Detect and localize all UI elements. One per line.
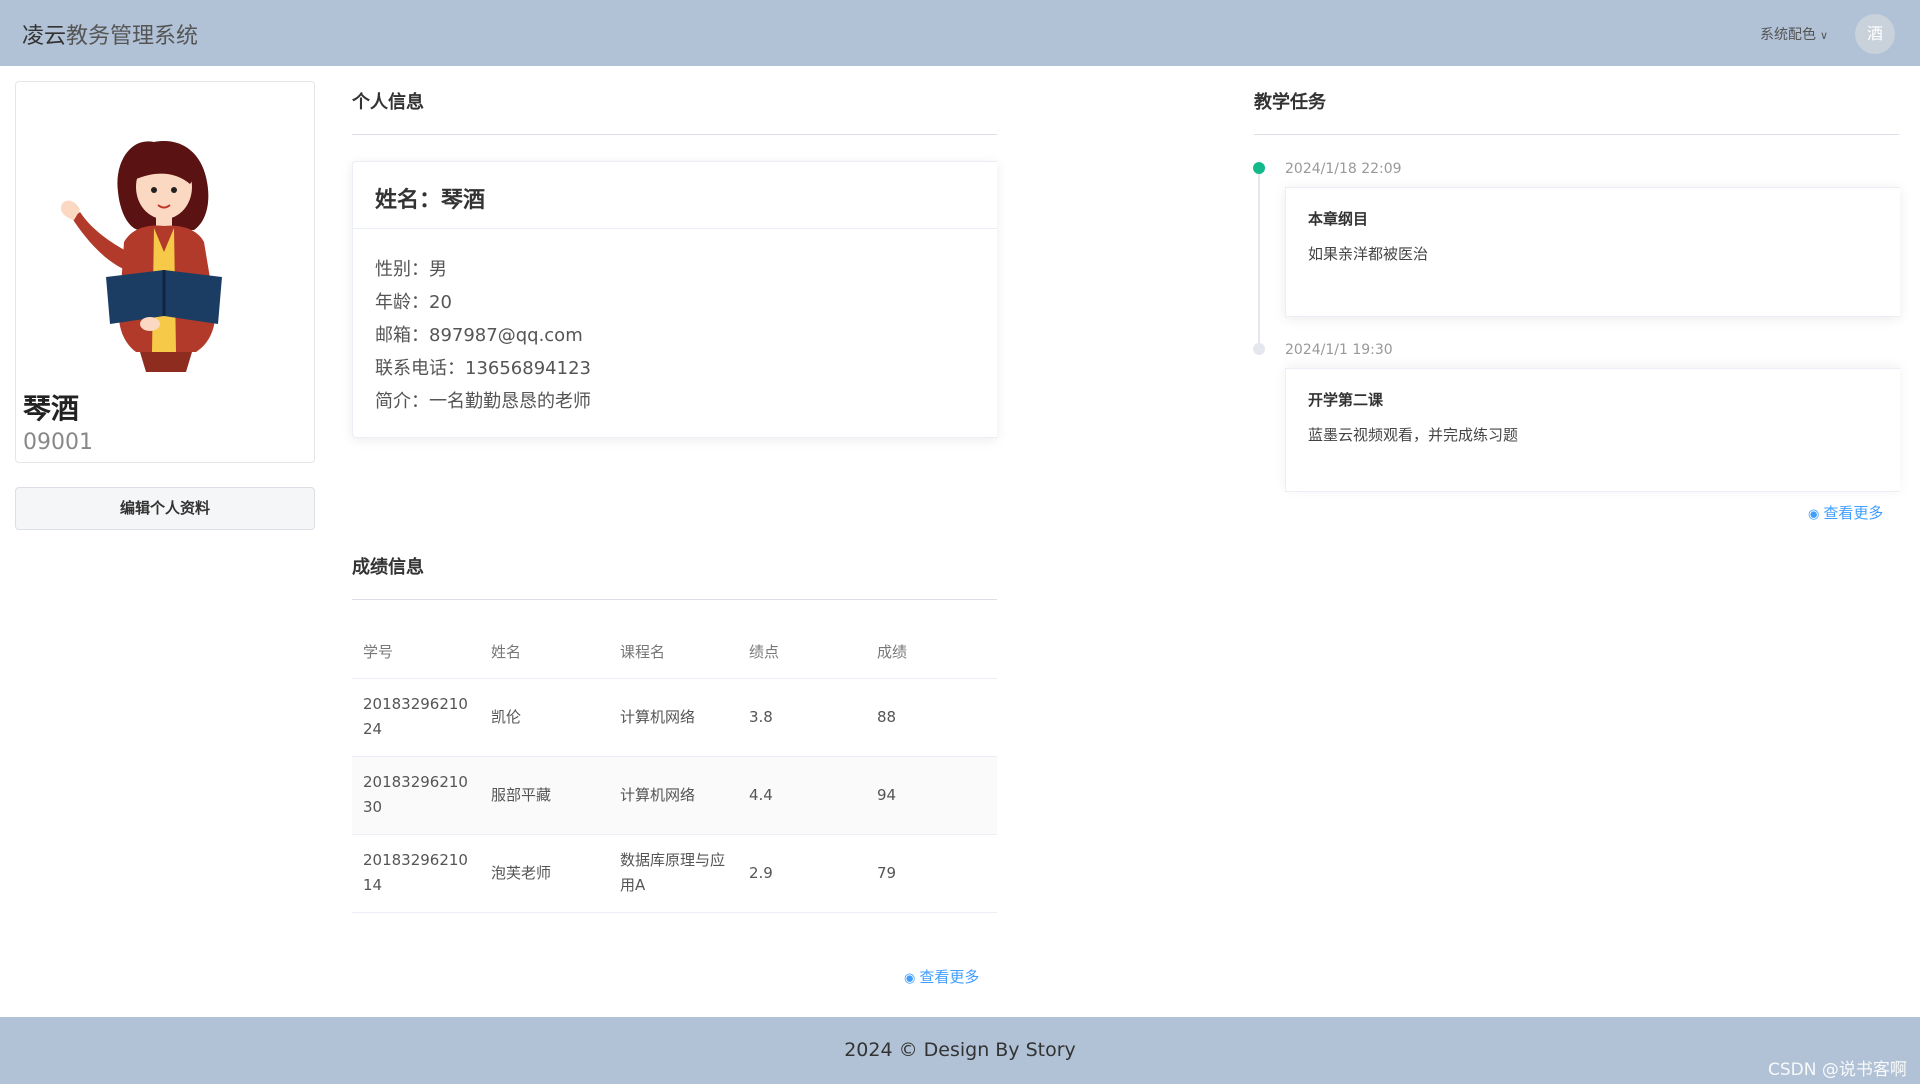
teacher-illustration <box>60 141 222 372</box>
app-brand[interactable]: 凌云教务管理系统 <box>22 18 198 50</box>
cell-score: 88 <box>866 678 997 757</box>
table-row[interactable]: 2018329621014 泡芙老师 数据库原理与应用A 2.9 79 <box>352 834 997 913</box>
grades-more-label: 查看更多 <box>919 968 980 986</box>
task-title: 开学第二课 <box>1308 391 1384 409</box>
tasks-divider <box>1254 134 1899 135</box>
info-intro: 简介：一名勤勤恳恳的老师 <box>375 391 591 412</box>
timeline-dot <box>1253 343 1265 355</box>
info-gender: 性别：男 <box>375 259 447 280</box>
task-time: 2024/1/1 19:30 <box>1285 342 1393 358</box>
cell-name: 凯伦 <box>480 678 609 757</box>
edit-profile-button[interactable]: 编辑个人资料 <box>15 487 315 530</box>
table-header-row: 学号 姓名 课程名 绩点 成绩 <box>352 626 997 679</box>
watermark: CSDN @说书客啊 <box>1768 1060 1907 1080</box>
cell-gpa: 3.8 <box>738 678 866 757</box>
col-course[interactable]: 课程名 <box>609 626 738 679</box>
col-name[interactable]: 姓名 <box>480 626 609 679</box>
timeline-dot-active <box>1253 162 1265 174</box>
chevron-down-icon: ∨ <box>1820 29 1829 42</box>
cell-gpa: 2.9 <box>738 834 866 913</box>
cell-name: 泡芙老师 <box>480 834 609 913</box>
col-score[interactable]: 成绩 <box>866 626 997 679</box>
eye-icon: ◉ <box>1808 507 1820 522</box>
grades-more-link[interactable]: ◉ 查看更多 <box>904 966 979 987</box>
profile-card: 琴酒 09001 <box>15 81 315 463</box>
brand-sub: 教务管理系统 <box>66 24 199 49</box>
profile-id: 09001 <box>23 430 93 455</box>
cell-student-id: 2018329621024 <box>352 678 480 757</box>
info-card-title: 姓名：琴酒 <box>353 162 997 229</box>
personal-info-divider <box>352 134 997 135</box>
table-row[interactable]: 2018329621030 服部平藏 计算机网络 4.4 94 <box>352 756 997 835</box>
task-card[interactable]: 本章纲目 如果亲洋都被医治 <box>1285 187 1900 317</box>
col-student-id[interactable]: 学号 <box>352 626 480 679</box>
info-phone: 联系电话：13656894123 <box>375 358 591 379</box>
personal-info-card: 姓名：琴酒 性别：男 年龄：20 邮箱：897987@qq.com 联系电话：1… <box>352 161 997 438</box>
grades-title: 成绩信息 <box>352 557 424 578</box>
task-desc: 蓝墨云视频观看，并完成练习题 <box>1308 426 1519 444</box>
cell-name: 服部平藏 <box>480 756 609 835</box>
grades-table: 学号 姓名 课程名 绩点 成绩 2018329621024 凯伦 计算机网络 3… <box>352 626 997 913</box>
grades-divider <box>352 599 997 600</box>
task-desc: 如果亲洋都被医治 <box>1308 245 1429 263</box>
cell-student-id: 2018329621014 <box>352 834 480 913</box>
cell-score: 79 <box>866 834 997 913</box>
eye-icon: ◉ <box>904 971 916 986</box>
tasks-more-link[interactable]: ◉ 查看更多 <box>1808 502 1883 523</box>
info-body: 性别：男 年龄：20 邮箱：897987@qq.com 联系电话：1365689… <box>353 229 997 442</box>
page-footer: 2024 © Design By Story <box>0 1017 1920 1084</box>
info-email: 邮箱：897987@qq.com <box>375 325 583 346</box>
cell-course: 计算机网络 <box>609 678 738 757</box>
theme-color-dropdown[interactable]: 系统配色 ∨ <box>1760 24 1828 44</box>
top-header: 凌云教务管理系统 系统配色 ∨ 酒 <box>0 0 1920 66</box>
table-row[interactable]: 2018329621024 凯伦 计算机网络 3.8 88 <box>352 678 997 757</box>
tasks-title: 教学任务 <box>1254 92 1326 113</box>
theme-label: 系统配色 <box>1760 27 1816 43</box>
tasks-more-label: 查看更多 <box>1823 504 1884 522</box>
timeline-line <box>1258 170 1260 350</box>
cell-gpa: 4.4 <box>738 756 866 835</box>
task-time: 2024/1/18 22:09 <box>1285 161 1402 177</box>
task-card[interactable]: 开学第二课 蓝墨云视频观看，并完成练习题 <box>1285 368 1900 492</box>
cell-student-id: 2018329621030 <box>352 756 480 835</box>
personal-info-title: 个人信息 <box>352 92 424 113</box>
task-title: 本章纲目 <box>1308 210 1369 228</box>
brand-main: 凌云 <box>22 24 67 49</box>
col-gpa[interactable]: 绩点 <box>738 626 866 679</box>
cell-score: 94 <box>866 756 997 835</box>
cell-course: 数据库原理与应用A <box>609 834 738 913</box>
info-age: 年龄：20 <box>375 292 452 313</box>
cell-course: 计算机网络 <box>609 756 738 835</box>
profile-name: 琴酒 <box>23 392 80 425</box>
user-avatar[interactable]: 酒 <box>1855 14 1895 54</box>
